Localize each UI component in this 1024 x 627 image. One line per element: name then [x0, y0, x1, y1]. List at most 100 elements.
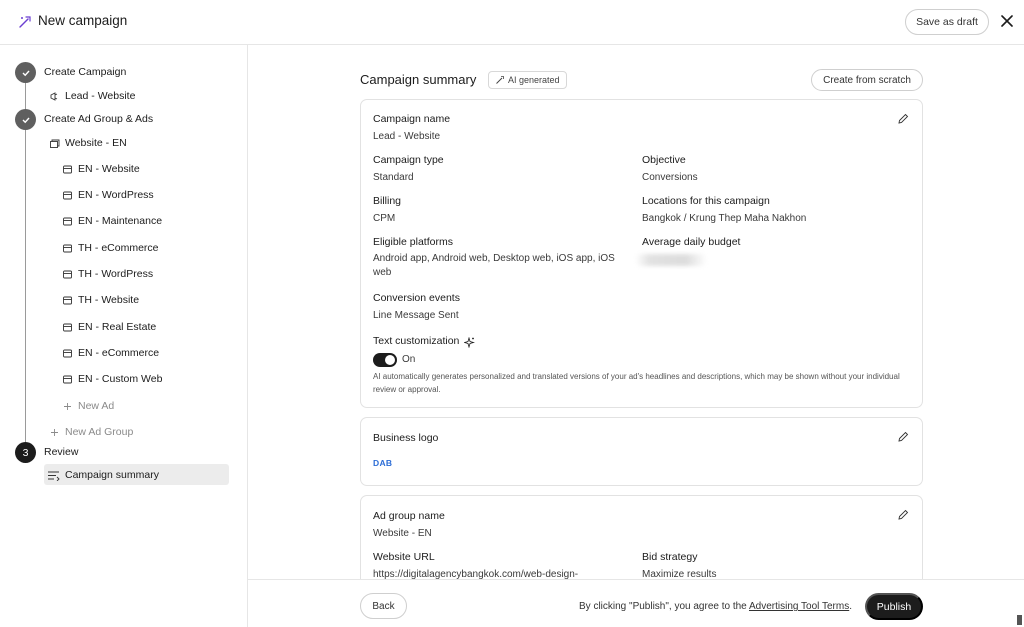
step-complete-check-icon [15, 62, 36, 83]
sidebar-item-label: TH - WordPress [78, 268, 154, 280]
platforms-label: Eligible platforms [373, 236, 453, 248]
sidebar-item-ad-group[interactable]: Website - EN [49, 135, 127, 151]
campaign-type-label: Campaign type [373, 154, 444, 166]
layers-icon [49, 138, 60, 149]
section-title: Campaign summary [360, 72, 477, 87]
step-create-ad-group[interactable]: Create Ad Group & Ads [44, 113, 153, 125]
step-create-campaign[interactable]: Create Campaign [44, 66, 126, 78]
website-url-value: https://digitalagencybangkok.com/web-des… [373, 569, 579, 579]
sidebar-item-ad[interactable]: TH - Website [62, 292, 139, 308]
campaign-type-value: Standard [373, 172, 414, 183]
plus-icon [62, 401, 73, 412]
sidebar: Create Campaign Lead - Website Create Ad… [0, 45, 248, 627]
new-ad-group-button[interactable]: New Ad Group [49, 424, 133, 440]
business-logo-card: Business logo DAB [360, 417, 923, 486]
ad-icon [62, 164, 73, 175]
ai-badge-label: AI generated [508, 75, 560, 85]
scrollbar-thumb[interactable] [1017, 615, 1022, 625]
step-connector [25, 129, 26, 448]
billing-value: CPM [373, 213, 396, 224]
objective-value: Conversions [642, 172, 698, 183]
publish-button[interactable]: Publish [865, 593, 923, 620]
budget-redacted-value [635, 254, 707, 266]
step-number: 3 [15, 442, 36, 463]
new-ad-label: New Ad [78, 400, 115, 412]
ad-icon [62, 322, 73, 333]
sidebar-item-label: EN - Maintenance [78, 215, 163, 227]
locations-value: Bangkok / Krung Thep Maha Nakhon [642, 213, 807, 224]
terms-link[interactable]: Advertising Tool Terms [749, 601, 849, 612]
text-customization-label: Text customization [373, 335, 460, 347]
edit-pencil-icon[interactable] [897, 431, 909, 443]
ad-icon [62, 243, 73, 254]
toggle-knob [385, 355, 395, 365]
ad-group-name-label: Ad group name [373, 510, 445, 522]
ad-icon [62, 190, 73, 201]
wand-icon [17, 14, 33, 30]
ad-group-name-value: Website - EN [373, 528, 432, 539]
sidebar-item-ad[interactable]: EN - Maintenance [62, 213, 162, 229]
wand-icon [495, 75, 505, 85]
plus-icon [49, 427, 60, 438]
website-url-label: Website URL [373, 551, 435, 563]
ad-icon [62, 374, 73, 385]
ad-icon [62, 348, 73, 359]
sidebar-item-label: EN - Real Estate [78, 321, 157, 333]
sidebar-item-label: EN - eCommerce [78, 347, 160, 359]
megaphone-icon [49, 91, 60, 102]
campaign-details-card: Campaign name Lead - Website Campaign ty… [360, 99, 923, 408]
ad-icon [62, 295, 73, 306]
locations-label: Locations for this campaign [642, 195, 770, 207]
edit-pencil-icon[interactable] [897, 113, 909, 125]
new-ad-group-label: New Ad Group [65, 426, 134, 438]
billing-label: Billing [373, 195, 402, 207]
sidebar-item-ad[interactable]: EN - Website [62, 161, 140, 177]
sidebar-item-label: EN - Custom Web [78, 373, 163, 385]
terms-prefix: By clicking "Publish", you agree to the [579, 601, 747, 612]
toggle-state-label: On [402, 354, 416, 365]
sidebar-item-label: Website - EN [65, 137, 127, 149]
sidebar-item-label: EN - Website [78, 163, 140, 175]
sparkle-icon [463, 335, 475, 349]
text-customization-note: AI automatically generates personalized … [373, 372, 900, 394]
bid-strategy-value: Maximize results [642, 569, 717, 579]
terms-suffix: . [849, 601, 852, 612]
conversion-label: Conversion events [373, 292, 460, 304]
sidebar-item-campaign-summary[interactable]: Campaign summary [47, 467, 159, 483]
sidebar-item-ad[interactable]: EN - WordPress [62, 187, 154, 203]
budget-label: Average daily budget [642, 236, 741, 248]
footer-bar: Back By clicking "Publish", you agree to… [248, 579, 1024, 627]
objective-label: Objective [642, 154, 686, 166]
campaign-name-label: Campaign name [373, 113, 451, 125]
terms-text: By clicking "Publish", you agree to the … [579, 601, 852, 612]
main-content[interactable]: Campaign summary AI generated Create fro… [248, 45, 1024, 579]
sidebar-item-ad[interactable]: EN - eCommerce [62, 345, 159, 361]
sidebar-item-ad[interactable]: EN - Custom Web [62, 371, 162, 387]
back-button[interactable]: Back [360, 593, 407, 619]
sidebar-item-ad[interactable]: TH - WordPress [62, 266, 153, 282]
sidebar-item-label: EN - WordPress [78, 189, 154, 201]
create-from-scratch-button[interactable]: Create from scratch [811, 69, 923, 91]
step-complete-check-icon [15, 109, 36, 130]
business-logo-image: DAB [373, 458, 393, 468]
sidebar-item-ad[interactable]: EN - Real Estate [62, 319, 156, 335]
save-draft-button[interactable]: Save as draft [905, 9, 989, 35]
sidebar-item-ad[interactable]: TH - eCommerce [62, 240, 159, 256]
ad-icon [62, 216, 73, 227]
top-bar: New campaign Save as draft [0, 0, 1024, 45]
conversion-value: Line Message Sent [373, 310, 459, 321]
new-ad-button[interactable]: New Ad [62, 398, 114, 414]
sidebar-item-label: Lead - Website [65, 90, 136, 102]
platforms-value: Android app, Android web, Desktop web, i… [373, 253, 615, 278]
step-review[interactable]: Review [44, 446, 78, 458]
close-icon[interactable] [997, 11, 1017, 31]
sidebar-item-campaign[interactable]: Lead - Website [49, 88, 135, 104]
summary-list-icon [47, 470, 60, 481]
sidebar-item-label: TH - Website [78, 294, 140, 306]
page-title: New campaign [38, 13, 128, 28]
edit-pencil-icon[interactable] [897, 509, 909, 521]
business-logo-label: Business logo [373, 432, 439, 444]
text-customization-toggle[interactable] [373, 353, 397, 367]
ad-group-card: Ad group name Website - EN Website URL h… [360, 495, 923, 579]
ai-generated-badge: AI generated [488, 71, 567, 89]
